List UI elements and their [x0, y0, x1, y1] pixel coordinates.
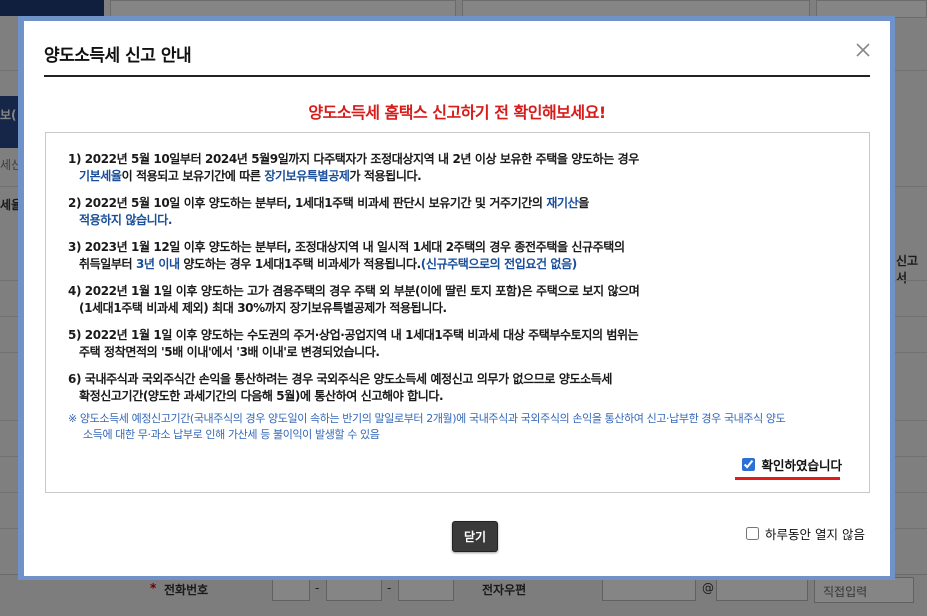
- confirm-underline: [735, 477, 840, 480]
- no-show-today-group[interactable]: 하루동안 열지 않음: [746, 524, 865, 543]
- confirm-checkbox-group[interactable]: 확인하였습니다: [742, 455, 842, 474]
- notice-item-2: 2) 2022년 5월 10일 이후 양도하는 분부터, 1세대1주택 비과세 …: [68, 196, 589, 227]
- notice-item-4: 4) 2022년 1월 1일 이후 양도하는 고가 겸용주택의 경우 주택 외 …: [68, 284, 640, 315]
- no-show-today-checkbox[interactable]: [746, 527, 759, 540]
- notice-item-1: 1) 2022년 5월 10일부터 2024년 5월9일까지 다주택자가 조정대…: [68, 152, 639, 183]
- close-button[interactable]: 닫기: [452, 521, 498, 552]
- confirm-checkbox[interactable]: [742, 458, 756, 471]
- notice-item-5: 5) 2022년 1월 1일 이후 양도하는 수도권의 주거·상업·공업지역 내…: [68, 328, 639, 359]
- notice-footnote: ※ 양도소득세 예정신고기간(국내주식의 경우 양도일이 속하는 반기의 말일로…: [68, 412, 786, 441]
- notice-content-box: 1) 2022년 5월 10일부터 2024년 5월9일까지 다주택자가 조정대…: [45, 132, 870, 493]
- confirm-label: 확인하였습니다: [761, 458, 842, 473]
- modal-title: 양도소득세 신고 안내: [44, 46, 192, 66]
- close-icon[interactable]: [854, 41, 872, 59]
- notice-headline: 양도소득세 홈택스 신고하기 전 확인해보세요!: [308, 103, 606, 122]
- title-divider: [44, 75, 870, 77]
- notice-item-3: 3) 2023년 1월 12일 이후 양도하는 분부터, 조정대상지역 내 일시…: [68, 240, 625, 271]
- notice-modal: 양도소득세 신고 안내 양도소득세 홈택스 신고하기 전 확인해보세요! 1) …: [24, 21, 890, 576]
- notice-list: 1) 2022년 5월 10일부터 2024년 5월9일까지 다주택자가 조정대…: [68, 151, 848, 443]
- notice-item-6: 6) 국내주식과 국외주식간 손익을 통산하려는 경우 국외주식은 양도소득세 …: [68, 372, 613, 403]
- no-show-today-label: 하루동안 열지 않음: [765, 527, 865, 542]
